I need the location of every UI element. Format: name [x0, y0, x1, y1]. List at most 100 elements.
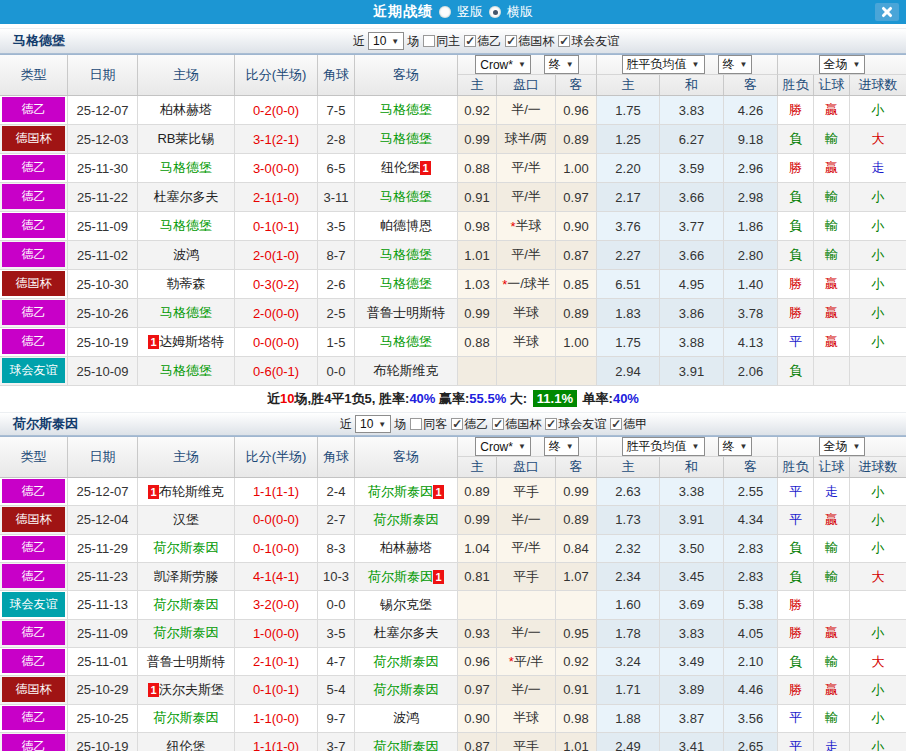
header-select[interactable]: 全场▼ [819, 55, 866, 74]
away-team-name: 锡尔克堡 [380, 596, 432, 614]
filter-checkbox-3[interactable] [558, 35, 570, 47]
avg-lose: 2.98 [724, 183, 778, 212]
filter-checkbox-label-2: 德国杯 [505, 416, 541, 433]
odds-away: 0.99 [556, 478, 597, 506]
league-badge-label: 德乙 [2, 479, 65, 503]
result-handicap: 輸 [814, 563, 850, 591]
avg-win: 3.76 [597, 212, 660, 241]
filter-checkbox-0[interactable] [410, 418, 422, 430]
result-goals: 小 [850, 478, 906, 506]
summary-part-4: 赢率: [435, 391, 469, 406]
odds-home: 0.88 [458, 328, 497, 357]
home-team-name: 杜塞尔多夫 [154, 188, 219, 206]
column-header-6: 主 [458, 75, 497, 95]
avg-lose: 2.65 [724, 733, 778, 751]
score-text: 3-2(0-0) [253, 597, 299, 612]
away-team: 马格德堡 [355, 183, 458, 212]
match-count-select[interactable]: 10▼ [355, 415, 391, 433]
result-goals: 小 [850, 328, 906, 357]
result-text: 小 [872, 709, 885, 727]
result-text: 輸 [825, 568, 838, 586]
result-text: 贏 [825, 681, 838, 699]
score: 2-1(1-0) [235, 183, 318, 212]
away-team-name: 布轮斯维克 [374, 362, 439, 380]
header-select-group-0: Crow*▼ 终▼ [458, 437, 597, 457]
away-team-name: 马格德堡 [380, 275, 432, 293]
match-date: 25-10-19 [68, 328, 138, 357]
header-select[interactable]: 终▼ [544, 55, 579, 74]
match-row: 德乙25-10-19纽伦堡1-1(1-0)3-7荷尔斯泰因0.87平手1.012… [0, 733, 906, 751]
away-team-name: 马格德堡 [380, 101, 432, 119]
filter-checkbox-0[interactable] [423, 35, 435, 47]
away-team: 布轮斯维克 [355, 357, 458, 386]
odds-handicap: 平/半 [497, 183, 556, 212]
header-select[interactable]: 全场▼ [819, 437, 866, 456]
away-team: 荷尔斯泰因 [355, 506, 458, 534]
filter-checkbox-1[interactable] [451, 418, 463, 430]
score-text: 0-2(0-0) [253, 103, 299, 118]
result-handicap: 走 [814, 478, 850, 506]
filter-checkbox-2[interactable] [505, 35, 517, 47]
result-outcome: 平 [778, 733, 814, 751]
away-team-name: 马格德堡 [380, 246, 432, 264]
away-team: 马格德堡 [355, 241, 458, 270]
score: 0-3(0-2) [235, 270, 318, 299]
league-badge-label: 球会友谊 [2, 592, 65, 616]
filter-checkbox-4[interactable] [610, 418, 622, 430]
match-row: 德乙25-11-09荷尔斯泰因1-0(0-0)3-5杜塞尔多夫0.93半/一0.… [0, 620, 906, 648]
score-text: 1-1(1-0) [253, 739, 299, 751]
result-text: 輸 [825, 709, 838, 727]
close-button[interactable] [875, 3, 899, 21]
column-header-11: 客 [724, 457, 778, 477]
league-badge: 德乙 [0, 96, 68, 125]
column-header-9: 主 [597, 457, 660, 477]
result-outcome: 負 [778, 241, 814, 270]
away-team: 普鲁士明斯特 [355, 299, 458, 328]
header-select-value: 全场 [824, 56, 848, 73]
header-select[interactable]: 终▼ [718, 55, 753, 74]
result-goals: 小 [850, 733, 906, 751]
score: 0-1(0-1) [235, 212, 318, 241]
score-text: 1-1(1-1) [253, 484, 299, 499]
match-count-select[interactable]: 10▼ [368, 32, 404, 50]
odds-handicap [497, 357, 556, 386]
column-header-8: 客 [556, 75, 597, 95]
league-badge-label: 德乙 [2, 184, 65, 209]
avg-win: 2.34 [597, 563, 660, 591]
match-date: 25-11-13 [68, 591, 138, 619]
away-team: 荷尔斯泰因1 [355, 563, 458, 591]
result-text: 負 [789, 130, 802, 148]
home-team-name: 汉堡 [173, 511, 199, 529]
result-handicap: 贏 [814, 96, 850, 125]
layout-radio-label-0: 竖版 [457, 3, 483, 21]
filter-checkbox-2[interactable] [492, 418, 504, 430]
header-select[interactable]: 胜平负均值▼ [622, 55, 705, 74]
header-select[interactable]: 胜平负均值▼ [622, 437, 705, 456]
result-handicap: 輸 [814, 212, 850, 241]
recent-results-panel: 近期战绩竖版横版 马格德堡近10▼场同主德乙德国杯球会友谊类型日期主场比分(半场… [0, 0, 906, 751]
avg-win: 1.73 [597, 506, 660, 534]
result-handicap: 輸 [814, 183, 850, 212]
result-outcome: 負 [778, 535, 814, 563]
league-badge: 德乙 [0, 478, 68, 506]
result-text: 小 [872, 539, 885, 557]
dropdown-caret: ▼ [692, 442, 700, 451]
filter-checkbox-3[interactable] [545, 418, 557, 430]
league-badge: 德乙 [0, 535, 68, 563]
match-row: 德国杯25-12-04汉堡0-0(0-0)2-7荷尔斯泰因0.99半/一0.89… [0, 506, 906, 534]
header-select[interactable]: 终▼ [544, 437, 579, 456]
header-select[interactable]: Crow*▼ [475, 55, 531, 74]
layout-radio-1[interactable] [489, 6, 501, 18]
header-select[interactable]: Crow*▼ [475, 437, 531, 456]
match-row: 德乙25-10-26马格德堡2-0(0-0)2-5普鲁士明斯特0.99半球0.8… [0, 299, 906, 328]
layout-radio-0[interactable] [439, 6, 451, 18]
odds-away: 1.00 [556, 154, 597, 183]
score: 0-0(0-0) [235, 506, 318, 534]
result-handicap: 輸 [814, 125, 850, 154]
odds-home: 0.99 [458, 299, 497, 328]
header-select[interactable]: 终▼ [718, 437, 753, 456]
corner-kicks: 2-8 [318, 125, 355, 154]
corner-kicks: 3-5 [318, 212, 355, 241]
filter-checkbox-1[interactable] [464, 35, 476, 47]
result-handicap: 贏 [814, 676, 850, 704]
